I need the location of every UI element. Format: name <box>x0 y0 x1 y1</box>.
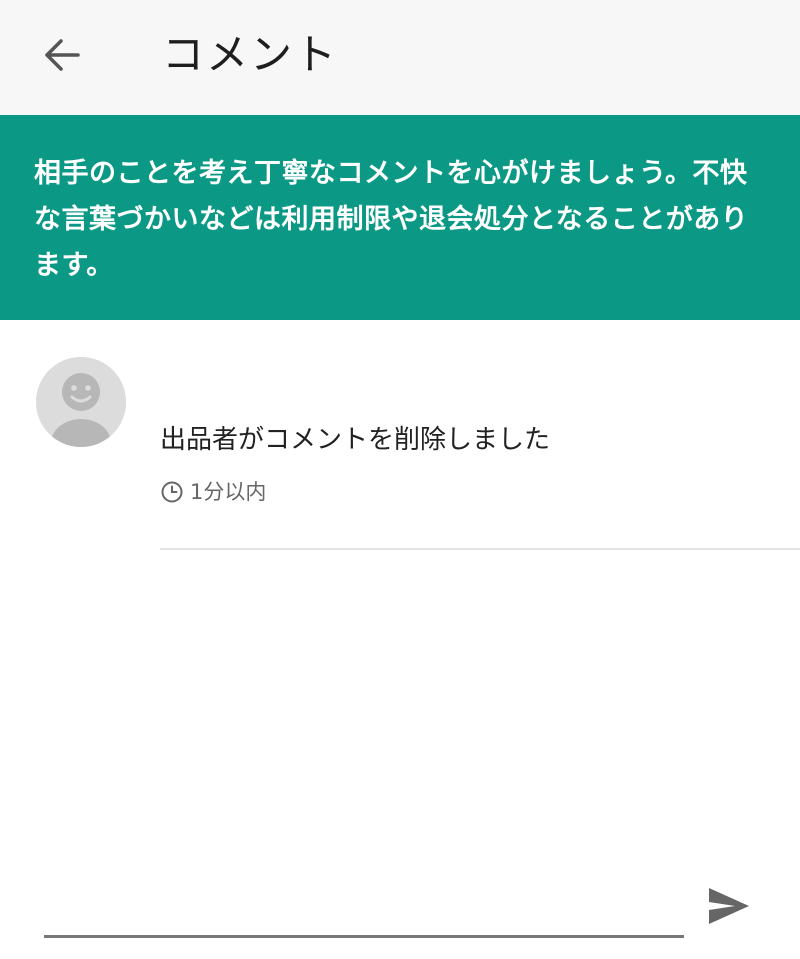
comment-divider <box>160 548 800 550</box>
comment-body: 出品者がコメントを削除しました 1分以内 <box>160 420 800 506</box>
app-header: コメント <box>0 0 800 115</box>
arrow-back-icon <box>45 39 80 71</box>
comment-guideline-banner: 相手のことを考え丁寧なコメントを心がけましょう。不快な言葉づかいなどは利用制限や… <box>0 115 800 320</box>
comment-input[interactable] <box>44 868 684 938</box>
comment-timestamp: 1分以内 <box>160 478 800 506</box>
comment-composer <box>0 860 800 959</box>
guideline-text: 相手のことを考え丁寧なコメントを心がけましょう。不快な言葉づかいなどは利用制限や… <box>34 158 749 281</box>
send-button[interactable] <box>704 882 754 930</box>
comment-screen: コメント 相手のことを考え丁寧なコメントを心がけましょう。不快な言葉づかいなどは… <box>0 0 800 959</box>
default-avatar-icon <box>36 357 126 447</box>
comment-text: 出品者がコメントを削除しました <box>160 425 551 455</box>
comment-item: 出品者がコメントを削除しました 1分以内 <box>0 320 800 550</box>
send-icon <box>709 888 749 924</box>
avatar[interactable] <box>36 357 126 447</box>
clock-icon <box>161 481 183 503</box>
comment-time-text: 1分以内 <box>190 480 267 504</box>
back-button[interactable] <box>30 26 92 84</box>
page-title: コメント <box>162 30 339 79</box>
